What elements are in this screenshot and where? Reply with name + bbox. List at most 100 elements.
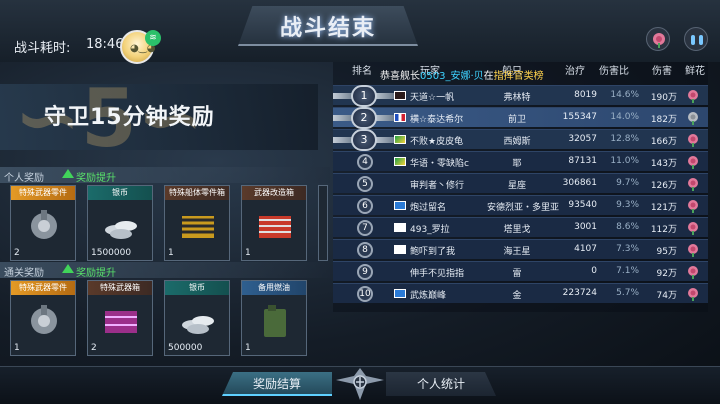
- ship-name: 金: [512, 291, 522, 301]
- rank-badge: 1: [351, 85, 377, 107]
- heal-value: 4107: [574, 244, 597, 254]
- rank-badge: 9: [357, 264, 373, 280]
- damage-ratio: 11.0%: [610, 156, 639, 166]
- heal-value: 32057: [568, 134, 597, 144]
- flower-icon[interactable]: [646, 27, 670, 51]
- damage-value: 92万: [656, 269, 677, 279]
- damage-value: 112万: [650, 225, 677, 235]
- congrats-banner: 恭喜舰长0503_安娜·贝在指挥官类榜: [380, 67, 544, 82]
- damage-ratio: 5.7%: [616, 288, 639, 298]
- reward-item-count: 1: [245, 343, 251, 353]
- flower-icon[interactable]: [685, 220, 701, 236]
- pass-reward-label: 通关奖励: [4, 268, 44, 279]
- rank-badge: 6: [357, 198, 373, 214]
- reward-item-count: 500000: [168, 343, 203, 353]
- heal-value: 93540: [568, 200, 597, 210]
- flower-icon[interactable]: [685, 88, 701, 104]
- nation-flag-icon: [394, 289, 406, 298]
- heal-value: 306861: [562, 178, 597, 188]
- player-name: 鲍吓到了我: [410, 247, 456, 257]
- nation-flag-icon: [394, 135, 406, 144]
- reward-title: 守卫15分钟奖励: [44, 105, 215, 130]
- reward-item-card[interactable]: 特殊武器零件 1: [10, 280, 76, 356]
- reward-item-card[interactable]: 特殊武器箱 2: [87, 280, 153, 356]
- col-damage-ratio: 伤害比: [599, 66, 629, 77]
- reward-item-name: 特殊船体零件箱: [165, 186, 229, 200]
- battle-time-value: 18:46: [86, 37, 124, 52]
- page-title: 战斗结束: [279, 16, 376, 41]
- flower-icon[interactable]: [685, 198, 701, 214]
- congrats-suffix: 在: [483, 71, 494, 82]
- rank-badge: 2: [351, 107, 377, 129]
- reward-item-card[interactable]: 银币 1500000: [87, 185, 153, 261]
- reward-item-icon: [179, 303, 217, 339]
- leaderboard-row[interactable]: 6 炮过留名 安德烈亚・多里亚 93540 9.3% 121万: [333, 195, 708, 215]
- congrats-prefix: 恭喜舰长: [380, 71, 420, 82]
- player-name: 炮过留名: [410, 203, 447, 213]
- leaderboard-row[interactable]: 1 天道☆一帆 弗林特 8019 14.6% 190万: [333, 85, 708, 107]
- leaderboard-row[interactable]: 8 鲍吓到了我 海王星 4107 7.3% 95万: [333, 239, 708, 259]
- reward-item-card[interactable]: 特殊船体零件箱 1: [164, 185, 230, 261]
- reward-item-icon: [256, 303, 294, 339]
- reward-item-count: 1500000: [91, 248, 132, 258]
- navy-emblem-icon: [336, 368, 384, 400]
- leaderboard-row[interactable]: 5 审判者丶修行 星座 306861 9.7% 126万: [333, 173, 708, 193]
- leaderboard-row[interactable]: 4 华语・零缺陷c 耶 87131 11.0% 143万: [333, 151, 708, 171]
- tab-personal-stats[interactable]: 个人统计: [386, 372, 496, 396]
- reward-item-name: 特殊武器零件: [11, 281, 75, 295]
- reward-item-icon: [102, 303, 140, 339]
- heal-value: 0: [591, 266, 597, 276]
- reward-item-count: 2: [91, 343, 97, 353]
- personal-reward-label: 个人奖励: [4, 173, 44, 184]
- reward-item-card[interactable]: 银币 500000: [164, 280, 230, 356]
- heal-value: 3001: [574, 222, 597, 232]
- ship-name: 耶: [512, 159, 522, 169]
- flower-icon[interactable]: [685, 154, 701, 170]
- tab-reward-settlement[interactable]: 奖励结算: [222, 372, 332, 396]
- reward-item-name: 特殊武器箱: [88, 281, 152, 295]
- flower-icon[interactable]: [685, 264, 701, 280]
- reward-item-icon: [25, 208, 63, 244]
- reward-item-name: 银币: [165, 281, 229, 295]
- damage-value: 126万: [650, 181, 677, 191]
- damage-ratio: 7.1%: [616, 266, 639, 276]
- reward-list-overflow[interactable]: [318, 185, 328, 261]
- flower-icon[interactable]: [685, 176, 701, 192]
- ship-name: 前卫: [507, 115, 526, 125]
- leaderboard-row[interactable]: 3 不败★皮皮龟 西姆斯 32057 12.8% 166万: [333, 129, 708, 151]
- reward-item-name: 银币: [88, 186, 152, 200]
- player-name: 天道☆一帆: [410, 93, 455, 103]
- leaderboard-row[interactable]: 10 武炼巅峰 金 223724 5.7% 74万: [333, 283, 708, 303]
- personal-reward-header: [0, 167, 330, 183]
- nation-flag-icon: [394, 157, 406, 166]
- damage-ratio: 7.3%: [616, 244, 639, 254]
- reward-item-card[interactable]: 特殊武器零件 2: [10, 185, 76, 261]
- flower-icon[interactable]: [685, 286, 701, 302]
- ship-name: 星座: [507, 181, 526, 191]
- reward-item-card[interactable]: 备用燃油 1: [241, 280, 307, 356]
- damage-ratio: 8.6%: [616, 222, 639, 232]
- leaderboard-row[interactable]: 7 493_罗拉 塔里戈 3001 8.6% 112万: [333, 217, 708, 237]
- damage-value: 182万: [650, 115, 677, 125]
- damage-ratio: 9.3%: [616, 200, 639, 210]
- reward-item-count: 2: [14, 248, 20, 258]
- reward-item-count: 1: [168, 248, 174, 258]
- boost-arrow-icon: [62, 264, 74, 273]
- ship-name: 西姆斯: [503, 137, 531, 147]
- reward-item-icon: [256, 208, 294, 244]
- rank-badge: 4: [357, 154, 373, 170]
- leaderboard-row[interactable]: 9 伸手不见指指 雷 0 7.1% 92万: [333, 261, 708, 281]
- reward-item-name: 特殊武器零件: [11, 186, 75, 200]
- flower-icon[interactable]: [685, 110, 701, 126]
- flower-icon[interactable]: [685, 242, 701, 258]
- player-name: 493_罗拉: [410, 225, 450, 235]
- reward-item-card[interactable]: 武器改造箱 1: [241, 185, 307, 261]
- settings-icon[interactable]: [684, 27, 708, 51]
- ship-name: 海王星: [503, 247, 531, 257]
- battle-time-label: 战斗耗时:: [14, 41, 71, 56]
- leaderboard-row[interactable]: 2 横☆泰达希尔 前卫 155347 14.0% 182万: [333, 107, 708, 129]
- nation-flag-icon: [394, 245, 406, 254]
- nation-flag-icon: [394, 113, 406, 122]
- flower-icon[interactable]: [685, 132, 701, 148]
- damage-value: 95万: [656, 247, 677, 257]
